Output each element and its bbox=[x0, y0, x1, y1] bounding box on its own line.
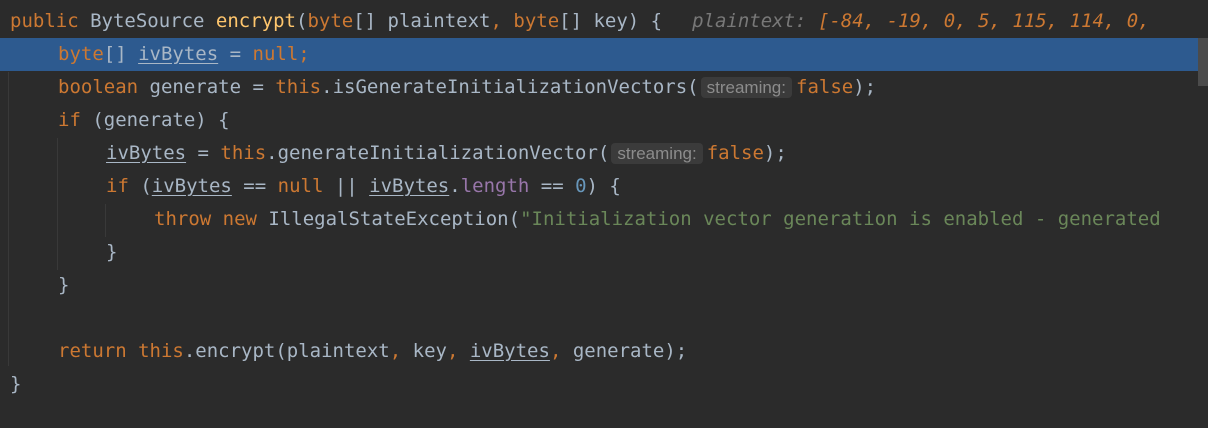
code-text: throw new IllegalStateException("Initial… bbox=[154, 203, 1161, 236]
code-text: boolean generate = this.isGenerateInitia… bbox=[58, 71, 876, 104]
code-token: } bbox=[58, 274, 70, 296]
code-token: new bbox=[222, 208, 269, 230]
code-token: ( bbox=[296, 10, 308, 32]
code-token: ivBytes bbox=[151, 175, 232, 197]
indent-guide bbox=[57, 138, 58, 270]
code-token: ; bbox=[298, 43, 310, 65]
code-line[interactable]: throw new IllegalStateException("Initial… bbox=[0, 203, 1208, 236]
code-line[interactable] bbox=[0, 302, 1208, 335]
code-token: [] key) { bbox=[559, 10, 663, 32]
code-token: this bbox=[220, 142, 267, 164]
code-token: false bbox=[796, 76, 854, 98]
code-token: null bbox=[277, 175, 324, 197]
code-token: || bbox=[323, 175, 370, 197]
code-token: = bbox=[186, 142, 221, 164]
code-line[interactable]: } bbox=[0, 269, 1208, 302]
code-token: ByteSource bbox=[90, 10, 216, 32]
code-token: byte bbox=[513, 10, 560, 32]
inline-debug-val: [-84, -19, 0, 5, 115, 114, 0, bbox=[817, 10, 1150, 32]
code-token: boolean bbox=[58, 76, 150, 98]
code-token: ivBytes bbox=[138, 43, 219, 65]
code-token: , bbox=[446, 340, 470, 362]
inline-debug-value[interactable]: plaintext: [-84, -19, 0, 5, 115, 114, 0, bbox=[692, 10, 1150, 32]
code-token: IllegalStateException( bbox=[268, 208, 521, 230]
code-token: } bbox=[10, 373, 22, 395]
code-token: false bbox=[706, 142, 764, 164]
code-token: generate); bbox=[572, 340, 688, 362]
code-line[interactable]: } bbox=[0, 236, 1208, 269]
code-token: ivBytes bbox=[106, 142, 187, 164]
code-token: .generateInitializationVector( bbox=[266, 142, 610, 164]
code-token: == bbox=[529, 175, 576, 197]
code-line[interactable]: if (generate) { bbox=[0, 104, 1208, 137]
code-text: } bbox=[106, 236, 117, 269]
code-line[interactable]: ivBytes = this.generateInitializationVec… bbox=[0, 137, 1208, 170]
code-line[interactable]: public ByteSource encrypt(byte[] plainte… bbox=[0, 5, 1208, 38]
code-text: public ByteSource encrypt(byte[] plainte… bbox=[10, 5, 1150, 38]
code-editor[interactable]: } return this.encrypt(plaintext, key, ivB… bbox=[0, 0, 1208, 428]
code-token: "Initialization vector generation is ena… bbox=[520, 208, 1161, 230]
scrollbar-marker[interactable] bbox=[1198, 38, 1208, 86]
code-token: generate = bbox=[149, 76, 276, 98]
code-token: ); bbox=[853, 76, 877, 98]
code-token: , bbox=[389, 340, 413, 362]
code-token: throw bbox=[154, 208, 223, 230]
code-text: } bbox=[58, 269, 69, 302]
code-token: this bbox=[138, 340, 184, 362]
code-text: if (ivBytes == null || ivBytes.length ==… bbox=[106, 170, 621, 203]
code-token: if bbox=[58, 109, 93, 131]
code-token: ivBytes bbox=[469, 340, 550, 362]
code-token: null bbox=[252, 43, 299, 65]
code-token: length bbox=[460, 175, 530, 197]
code-token: byte bbox=[307, 10, 354, 32]
indent-guide bbox=[105, 204, 106, 237]
code-token: = bbox=[218, 43, 253, 65]
code-token: , bbox=[490, 10, 514, 32]
code-token: .isGenerateInitializationVectors( bbox=[321, 76, 699, 98]
code-token: [] plaintext bbox=[353, 10, 491, 32]
code-token: key bbox=[412, 340, 447, 362]
code-token: ); bbox=[763, 142, 787, 164]
code-text: } bbox=[10, 368, 21, 401]
code-token: ( bbox=[140, 175, 152, 197]
code-token: encrypt bbox=[215, 10, 296, 32]
code-token: if bbox=[106, 175, 141, 197]
code-token: [] bbox=[103, 43, 139, 65]
code-token: .encrypt(plaintext bbox=[183, 340, 390, 362]
code-token: ivBytes bbox=[369, 175, 450, 197]
code-token: 0 bbox=[575, 175, 587, 197]
code-token: , bbox=[549, 340, 573, 362]
indent-guide bbox=[8, 72, 9, 366]
code-token: byte bbox=[58, 43, 104, 65]
parameter-hint: streaming: bbox=[611, 143, 703, 164]
code-line[interactable]: return this.encrypt(plaintext, key, ivBy… bbox=[0, 335, 1208, 368]
code-text: return this.encrypt(plaintext, key, ivBy… bbox=[58, 335, 687, 368]
code-token: ) { bbox=[586, 175, 621, 197]
code-line[interactable]: boolean generate = this.isGenerateInitia… bbox=[0, 71, 1208, 104]
code-token: } bbox=[106, 241, 118, 263]
code-token: . bbox=[449, 175, 461, 197]
parameter-hint: streaming: bbox=[700, 77, 792, 98]
code-token: this bbox=[275, 76, 322, 98]
code-line[interactable]: } bbox=[0, 368, 1208, 401]
code-line[interactable]: if (ivBytes == null || ivBytes.length ==… bbox=[0, 170, 1208, 203]
code-token: (generate) { bbox=[92, 109, 230, 131]
code-text: ivBytes = this.generateInitializationVec… bbox=[106, 137, 787, 170]
inline-debug-name: plaintext: bbox=[692, 10, 818, 32]
code-text: byte[] ivBytes = null; bbox=[58, 38, 310, 71]
code-line-current[interactable]: byte[] ivBytes = null; bbox=[0, 38, 1208, 71]
code-token: return bbox=[58, 340, 139, 362]
code-text: if (generate) { bbox=[58, 104, 230, 137]
code-token: == bbox=[231, 175, 278, 197]
code-token: public bbox=[10, 10, 91, 32]
